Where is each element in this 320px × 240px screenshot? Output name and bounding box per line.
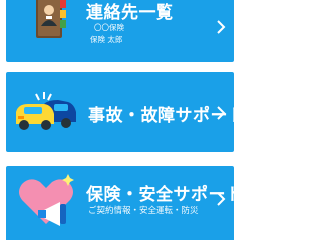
chevron-right-icon <box>216 106 226 120</box>
chevron-right-icon <box>216 192 226 206</box>
address-book-icon <box>34 0 68 44</box>
insurer-name: 〇〇保険 <box>94 23 124 32</box>
contact-list-title: 連絡先一覧 <box>86 3 174 23</box>
accident-support-card[interactable]: 事故・故障サポート <box>6 72 234 152</box>
chevron-right-icon <box>216 20 226 34</box>
safety-support-subtitle: ご契約情報・安全運転・防災 <box>88 206 199 216</box>
contact-list-card[interactable]: 連絡先一覧 〇〇保険 保険 太郎 <box>6 0 234 62</box>
heart-megaphone-icon <box>16 174 78 236</box>
safety-support-title: 保険・安全サポート <box>86 185 234 205</box>
car-accident-icon <box>14 90 78 138</box>
accident-support-title: 事故・故障サポート <box>88 106 234 126</box>
policyholder-name: 保険 太郎 <box>90 35 123 44</box>
safety-support-card[interactable]: 保険・安全サポート ご契約情報・安全運転・防災 <box>6 166 234 240</box>
